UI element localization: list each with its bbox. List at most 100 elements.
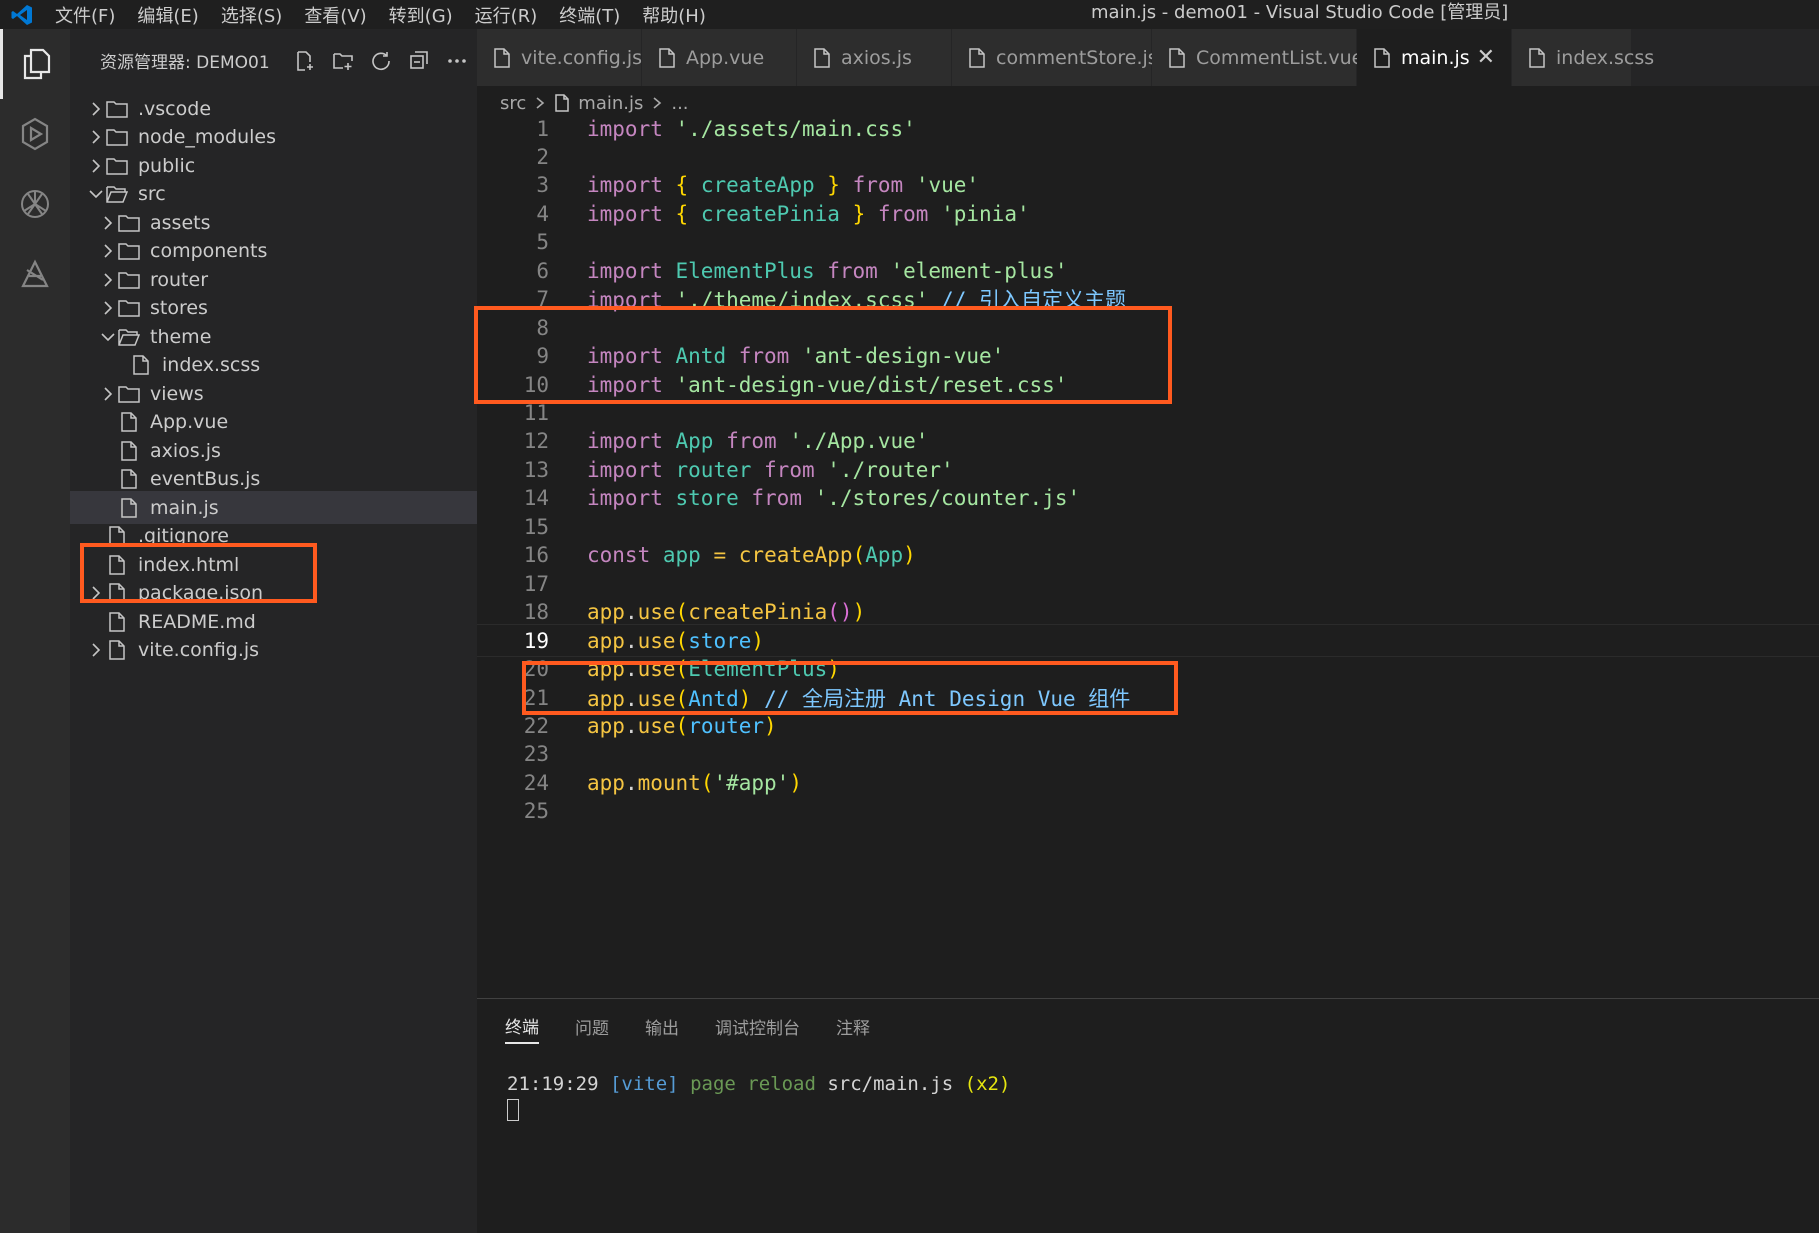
tree-item-label: index.scss [162, 354, 261, 376]
menu-file[interactable]: 文件(F) [44, 2, 126, 28]
code-token: from [764, 457, 815, 482]
code-token: './stores/counter.js' [814, 486, 1081, 511]
code-token: . [624, 657, 638, 682]
chevron-right-icon [98, 213, 118, 233]
code-token: use [637, 686, 676, 711]
code-token: import [587, 486, 663, 511]
code-token: import [587, 288, 663, 313]
code-token: 'element-plus' [890, 258, 1068, 283]
chevron-down-icon [98, 327, 118, 347]
code-token: App [865, 543, 904, 568]
code-token: store [688, 628, 752, 653]
menu-edit[interactable]: 编辑(E) [126, 2, 209, 28]
code-line[interactable]: 25 [477, 795, 1819, 828]
code-token: createApp [700, 173, 815, 198]
panel-tabs: 终端 问题 输出 调试控制台 注释 [477, 999, 1819, 1057]
tab-main-js[interactable]: main.js ✕ [1357, 29, 1512, 86]
code-token: from [751, 486, 802, 511]
chevron-right-icon [98, 298, 118, 318]
breadcrumb-more[interactable]: ... [671, 93, 688, 114]
panel-tab-comments[interactable]: 注释 [836, 1014, 870, 1043]
file-icon [118, 440, 140, 462]
line-code: import './assets/main.css' [587, 117, 916, 141]
menu-view[interactable]: 查看(V) [293, 2, 377, 28]
menu-help[interactable]: 帮助(H) [631, 2, 717, 28]
code-token: . [624, 686, 638, 711]
explorer-icon[interactable] [0, 29, 70, 99]
new-folder-icon[interactable] [324, 46, 362, 76]
run-debug-icon[interactable] [0, 99, 70, 169]
menu-terminal[interactable]: 终端(T) [548, 2, 631, 28]
panel-tab-terminal[interactable]: 终端 [505, 1013, 539, 1044]
terminal-path: src/main.js [827, 1073, 954, 1095]
code-token: } [852, 201, 866, 226]
code-token: ) [789, 770, 802, 795]
line-code: app.use(createPinia()) [587, 600, 865, 624]
code-token: 'vue' [915, 173, 980, 198]
code-token: // 引入自定义主题 [941, 288, 1126, 313]
line-number: 4 [536, 201, 549, 226]
tab-app-vue[interactable]: App.vue [642, 29, 797, 86]
line-code: import Antd from 'ant-design-vue' [587, 344, 1004, 368]
openai-icon[interactable] [0, 169, 70, 239]
breadcrumb-file[interactable]: main.js [578, 93, 643, 114]
line-number: 18 [523, 600, 549, 625]
tab-label: axios.js [841, 46, 912, 69]
new-file-icon[interactable] [286, 46, 324, 76]
line-number: 10 [523, 372, 549, 397]
line-code: app.use(store) [587, 629, 764, 653]
tab-vite-config-js[interactable]: vite.config.js [477, 29, 642, 86]
terminal-output[interactable]: 21:19:29 [vite] page reload src/main.js … [507, 1073, 1010, 1095]
folder-icon [118, 269, 140, 291]
tab-commentstore-js[interactable]: commentStore.js [952, 29, 1158, 86]
menu-selection[interactable]: 选择(S) [210, 2, 293, 28]
panel-tab-output[interactable]: 输出 [645, 1014, 679, 1043]
collapse-all-icon[interactable] [400, 46, 438, 76]
code-token: = [713, 543, 727, 568]
file-icon [1528, 47, 1546, 68]
code-token: app [587, 770, 625, 795]
refresh-icon[interactable] [362, 46, 400, 76]
code-token: ( [675, 686, 689, 711]
code-token: ( [675, 657, 689, 682]
file-icon [658, 47, 676, 68]
tree-item-label: components [150, 240, 268, 262]
code-token: ) [738, 686, 752, 711]
line-number: 11 [523, 401, 549, 425]
line-number: 3 [536, 173, 549, 198]
folder-icon [106, 98, 128, 120]
code-token: . [624, 628, 638, 653]
tree-item-label: index.html [138, 553, 240, 576]
tree-item-label: theme [150, 325, 212, 348]
code-token: mount [637, 770, 701, 795]
line-number: 1 [536, 116, 549, 141]
close-icon[interactable]: ✕ [1477, 45, 1495, 70]
panel-tab-problems[interactable]: 问题 [575, 1014, 609, 1043]
code-editor[interactable]: 1 import './assets/main.css' 2 3 import { cr… [474, 116, 1819, 998]
tab-index-scss[interactable]: index.scss [1512, 29, 1654, 86]
tab-axios-js[interactable]: axios.js [797, 29, 952, 86]
line-code: app.use(router) [587, 714, 777, 738]
folder-open-icon [106, 183, 128, 205]
code-token: const [587, 543, 651, 568]
terminal-cursor [507, 1099, 519, 1121]
extension-icon[interactable] [0, 239, 70, 309]
code-token: app [587, 713, 625, 738]
tree-item-vite-config-js[interactable]: vite.config.js [70, 634, 477, 667]
file-icon [493, 47, 511, 68]
breadcrumb-folder[interactable]: src [500, 93, 526, 114]
more-actions-icon[interactable] [438, 46, 476, 76]
tab-commentlist-vue[interactable]: CommentList.vue [1152, 29, 1363, 86]
line-code: app.use(Antd) // 全局注册 Ant Design Vue 组件 [587, 683, 1130, 713]
code-token: from [726, 429, 777, 454]
code-token: import [587, 457, 663, 482]
code-token: } [827, 173, 840, 198]
file-icon [813, 47, 831, 68]
menu-run[interactable]: 运行(R) [464, 2, 549, 28]
line-number: 17 [523, 571, 549, 596]
code-token: ) [903, 543, 916, 568]
menu-go[interactable]: 转到(G) [378, 2, 464, 28]
panel-tab-debug-console[interactable]: 调试控制台 [715, 1014, 800, 1043]
code-token: app [587, 657, 625, 682]
